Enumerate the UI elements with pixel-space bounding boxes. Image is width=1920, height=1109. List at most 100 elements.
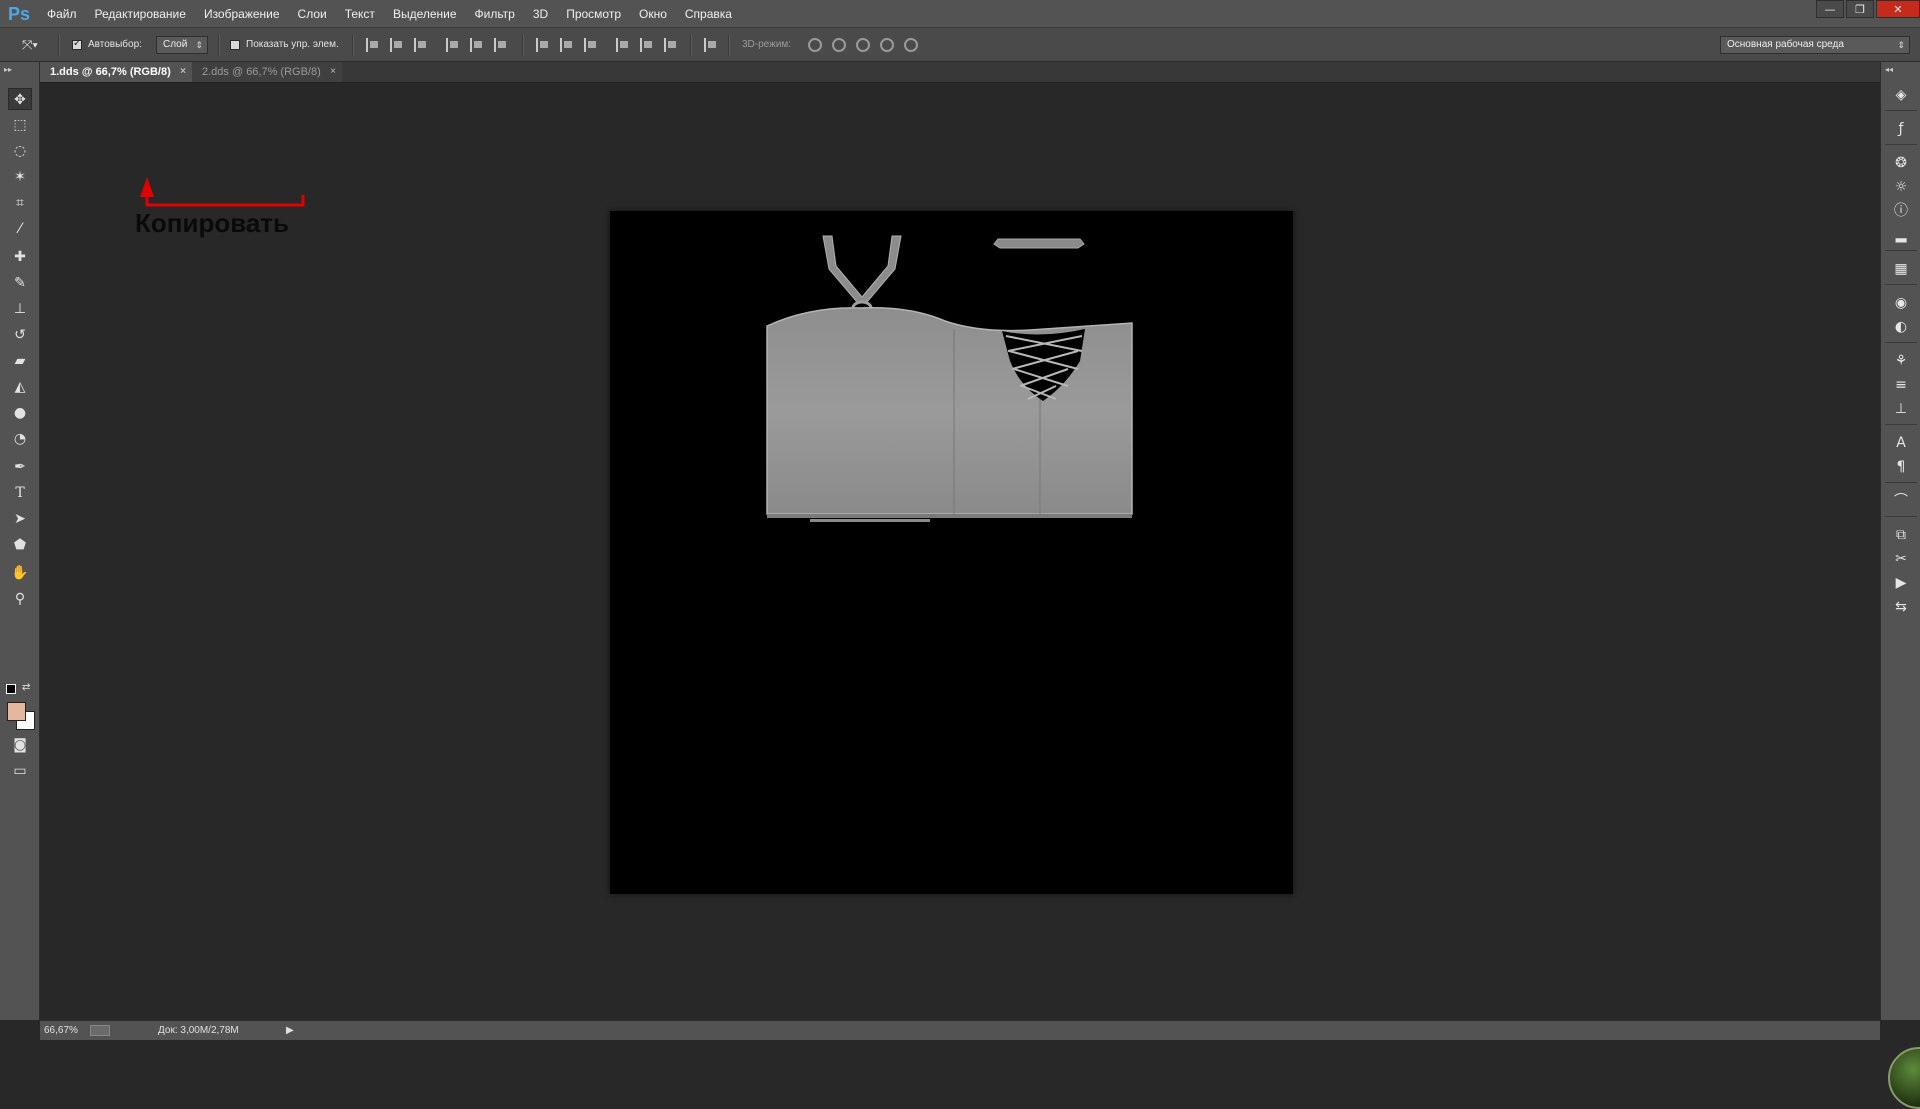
workspace-dropdown[interactable]: Основная рабочая среда bbox=[1720, 36, 1910, 54]
menu-type[interactable]: Текст bbox=[336, 0, 384, 28]
paragraph-icon[interactable]: ¶ bbox=[1890, 456, 1912, 478]
auto-align-layers-icon[interactable] bbox=[704, 38, 718, 52]
align-vertical-center-icon[interactable] bbox=[390, 38, 404, 52]
actions-icon[interactable]: ▶ bbox=[1890, 572, 1912, 594]
marquee-icon[interactable]: ⬚ bbox=[8, 114, 32, 136]
eyedropper-icon[interactable]: ⁄ bbox=[8, 218, 32, 240]
show-transform-checkbox[interactable] bbox=[230, 40, 240, 50]
navigator-icon[interactable]: ◐ bbox=[1890, 316, 1912, 338]
brush-settings-icon[interactable]: ≡ bbox=[1890, 374, 1912, 396]
blur-icon[interactable]: ● bbox=[8, 402, 32, 424]
tab-1-dds[interactable]: 1.dds @ 66,7% (RGB/8) × bbox=[40, 62, 192, 82]
channels-icon[interactable]: ⧉ bbox=[1890, 524, 1912, 546]
clone-source-icon[interactable]: ⊥ bbox=[1890, 398, 1912, 420]
zoom-icon[interactable]: ⚲ bbox=[8, 588, 32, 610]
slide-3d-icon[interactable] bbox=[880, 38, 894, 52]
pen-icon[interactable]: ✒ bbox=[8, 456, 32, 478]
scale-3d-icon[interactable] bbox=[904, 38, 918, 52]
distribute-vertical-center-icon[interactable] bbox=[560, 38, 574, 52]
styles-icon[interactable]: ◉ bbox=[1890, 292, 1912, 314]
crop-icon[interactable]: ⌗ bbox=[8, 192, 32, 214]
menu-file[interactable]: Файл bbox=[38, 0, 86, 28]
distribute-top-icon[interactable] bbox=[536, 38, 550, 52]
default-colors-icon[interactable] bbox=[6, 684, 16, 694]
distribute-horizontal-center-icon[interactable] bbox=[640, 38, 654, 52]
layer-styles-icon[interactable]: ƒ bbox=[1890, 118, 1912, 140]
menu-view[interactable]: Просмотр bbox=[557, 0, 630, 28]
history-brush-icon[interactable]: ↺ bbox=[8, 324, 32, 346]
menu-select[interactable]: Выделение bbox=[384, 0, 466, 28]
tab-close-icon[interactable]: × bbox=[180, 62, 186, 82]
status-menu-arrow-icon[interactable]: ▶ bbox=[286, 1021, 294, 1040]
healing-brush-icon[interactable]: ✚ bbox=[8, 246, 32, 268]
menu-help[interactable]: Справка bbox=[676, 0, 741, 28]
zoom-readout[interactable]: 66,67% bbox=[44, 1021, 78, 1040]
tab-close-icon[interactable]: × bbox=[330, 62, 336, 82]
dock-separator bbox=[1885, 144, 1917, 145]
screen-mode-icon[interactable]: ▭ bbox=[8, 760, 32, 782]
auto-select-dropdown[interactable]: Слой bbox=[156, 36, 208, 54]
swap-colors-icon[interactable]: ⇄ bbox=[22, 682, 30, 693]
info-icon[interactable]: ⓘ bbox=[1890, 200, 1912, 222]
type-icon[interactable]: T bbox=[8, 482, 32, 504]
menu-3d[interactable]: 3D bbox=[524, 0, 557, 28]
close-window-button[interactable]: ✕ bbox=[1876, 0, 1920, 18]
status-preview-icon[interactable] bbox=[90, 1025, 110, 1036]
tools-panel: ▸▸ ✥ ⬚ ◌ ✶ ⌗ ⁄ ✚ ✎ ⊥ ↺ ▰ ◭ ● ◔ ✒ T ➤ ⬟ ✋… bbox=[0, 62, 40, 1020]
menu-window[interactable]: Окно bbox=[630, 0, 676, 28]
panel-dock: ◂◂ ◈ ƒ ❂ ☼ ⓘ ▂ ▦ ◉ ◐ ⚘ ≡ ⊥ A ¶ ⌒ ⧉ ✂ ▶ ⇆ bbox=[1880, 62, 1920, 1020]
dock-separator bbox=[1885, 250, 1917, 251]
dock-collapse-icon[interactable]: ◂◂ bbox=[1885, 65, 1893, 74]
menu-image[interactable]: Изображение bbox=[195, 0, 289, 28]
rotate-3d-icon[interactable] bbox=[808, 38, 822, 52]
menu-filter[interactable]: Фильтр bbox=[466, 0, 524, 28]
restore-button[interactable]: ❐ bbox=[1846, 0, 1874, 18]
foreground-color-swatch[interactable] bbox=[7, 702, 26, 721]
distribute-bottom-icon[interactable] bbox=[584, 38, 598, 52]
align-top-icon[interactable] bbox=[366, 38, 380, 52]
align-right-icon[interactable] bbox=[494, 38, 508, 52]
path-selection-icon[interactable]: ➤ bbox=[8, 508, 32, 530]
layers-icon[interactable]: ◈ bbox=[1890, 84, 1912, 106]
auto-select-checkbox[interactable] bbox=[72, 38, 82, 50]
adjustments-icon[interactable]: ☼ bbox=[1890, 176, 1912, 198]
menu-layers[interactable]: Слои bbox=[289, 0, 336, 28]
paths-icon[interactable]: ⌒ bbox=[1890, 490, 1912, 512]
tab-2-dds[interactable]: 2.dds @ 66,7% (RGB/8) × bbox=[192, 62, 342, 82]
character-icon[interactable]: A bbox=[1890, 432, 1912, 454]
distribute-left-icon[interactable] bbox=[616, 38, 630, 52]
distribute-right-icon[interactable] bbox=[664, 38, 678, 52]
menu-edit[interactable]: Редактирование bbox=[86, 0, 195, 28]
history-icon[interactable]: ⇆ bbox=[1890, 596, 1912, 618]
roll-3d-icon[interactable] bbox=[832, 38, 846, 52]
options-separator bbox=[218, 34, 220, 56]
paint-bucket-icon[interactable]: ◭ bbox=[8, 376, 32, 398]
align-bottom-icon[interactable] bbox=[414, 38, 428, 52]
pan-3d-icon[interactable] bbox=[856, 38, 870, 52]
panel-collapse-icon[interactable]: ▸▸ bbox=[4, 65, 12, 74]
dodge-icon[interactable]: ◔ bbox=[8, 428, 32, 450]
tab-label: 1.dds @ 66,7% (RGB/8) bbox=[50, 66, 171, 78]
image-canvas[interactable] bbox=[610, 211, 1293, 894]
clone-stamp-icon[interactable]: ⊥ bbox=[8, 298, 32, 320]
eraser-icon[interactable]: ▰ bbox=[8, 350, 32, 372]
color-icon[interactable]: ❂ bbox=[1890, 152, 1912, 174]
lasso-icon[interactable]: ◌ bbox=[8, 140, 32, 162]
brush-icon[interactable]: ✎ bbox=[8, 272, 32, 294]
magic-wand-icon[interactable]: ✶ bbox=[8, 166, 32, 188]
align-horizontal-center-icon[interactable] bbox=[470, 38, 484, 52]
histogram-icon[interactable]: ▂ bbox=[1890, 224, 1912, 246]
tool-presets-icon[interactable]: ✂ bbox=[1890, 548, 1912, 570]
auto-select-label: Автовыбор: bbox=[88, 39, 142, 50]
align-left-icon[interactable] bbox=[446, 38, 460, 52]
brush-presets-icon[interactable]: ⚘ bbox=[1890, 350, 1912, 372]
quick-mask-icon[interactable]: ◙ bbox=[8, 734, 32, 756]
swatches-icon[interactable]: ▦ bbox=[1890, 258, 1912, 280]
options-separator bbox=[522, 34, 524, 56]
shape-icon[interactable]: ⬟ bbox=[8, 534, 32, 556]
hand-icon[interactable]: ✋ bbox=[8, 562, 32, 584]
move-icon[interactable]: ✥ bbox=[8, 88, 32, 110]
move-tool-preset-icon[interactable]: ⤧▾ bbox=[22, 28, 38, 62]
minimize-button[interactable]: — bbox=[1816, 0, 1844, 18]
annotation-label: Копировать bbox=[135, 208, 290, 238]
